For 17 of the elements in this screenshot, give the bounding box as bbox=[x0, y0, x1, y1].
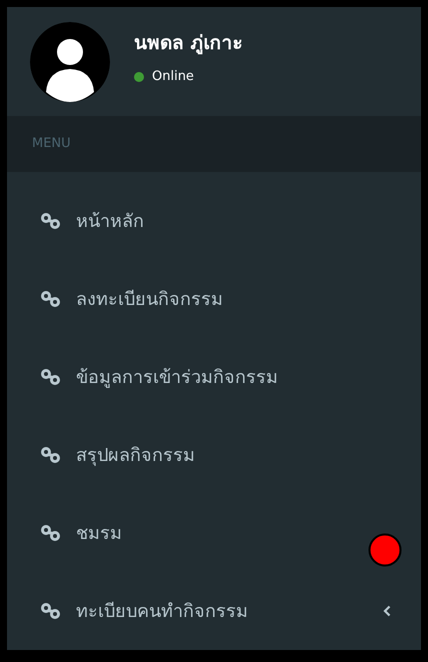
menu-item[interactable]: หน้าหลัก bbox=[7, 182, 421, 260]
link-icon bbox=[40, 446, 62, 464]
link-icon bbox=[40, 524, 62, 542]
status-label: Online bbox=[152, 68, 194, 86]
link-icon bbox=[40, 212, 62, 230]
menu-item[interactable]: ลงทะเบียนกิจกรรม bbox=[7, 260, 421, 338]
menu-item[interactable]: สรุปผลกิจกรรม bbox=[7, 416, 421, 494]
avatar-icon bbox=[30, 22, 110, 102]
marker-dot bbox=[368, 533, 402, 567]
link-icon bbox=[40, 368, 62, 386]
user-name: นพดล ภู่เกาะ bbox=[134, 30, 243, 56]
menu-item[interactable]: ข้อมูลการเข้าร่วมกิจกรรม bbox=[7, 338, 421, 416]
menu-header: MENU bbox=[32, 135, 71, 154]
link-icon bbox=[40, 290, 62, 308]
menu-item[interactable]: ชมรม bbox=[7, 494, 421, 572]
link-icon bbox=[40, 602, 62, 620]
menu-item[interactable]: ทะเบียบคนทำกิจกรรม bbox=[7, 572, 421, 650]
